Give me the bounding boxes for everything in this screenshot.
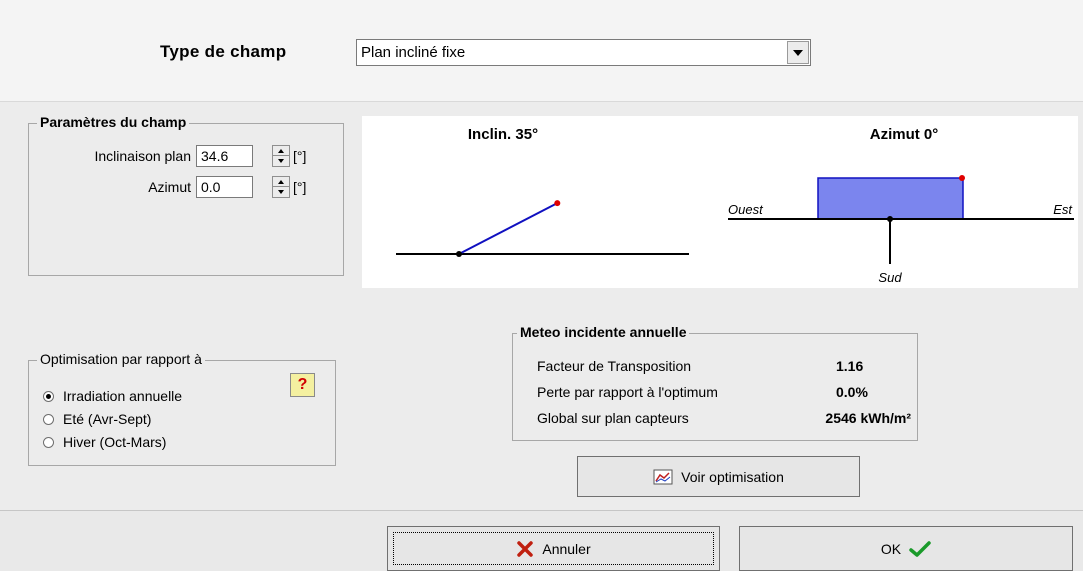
azimut-center-point bbox=[887, 216, 893, 222]
radio-button[interactable] bbox=[43, 413, 54, 425]
azimut-title: Azimut 0° bbox=[870, 126, 939, 143]
incline-title: Inclin. 35° bbox=[468, 126, 538, 143]
field-type-label: Type de champ bbox=[160, 42, 287, 61]
voir-optimisation-button[interactable]: Voir optimisation bbox=[577, 456, 860, 497]
arrow-up-icon bbox=[278, 179, 284, 184]
azimut-input[interactable]: 0.0 bbox=[196, 176, 253, 198]
label-east: Est bbox=[1053, 202, 1073, 217]
field-type-select[interactable]: Plan incliné fixe bbox=[356, 39, 811, 66]
cancel-button[interactable]: Annuler bbox=[387, 526, 720, 571]
transposition-value: 1.16 bbox=[836, 358, 864, 374]
params-group: Paramètres du champ Inclinaison plan 34.… bbox=[28, 114, 344, 276]
incline-plane-line bbox=[458, 202, 558, 255]
radio-selected-dot bbox=[46, 393, 51, 399]
orientation-diagram: Inclin. 35° Azimut 0° Ouest Est Sud bbox=[362, 116, 1078, 288]
help-button[interactable]: ? bbox=[290, 373, 315, 397]
radio-ete[interactable]: Eté (Avr-Sept) bbox=[43, 411, 151, 427]
azimut-label: Azimut bbox=[148, 179, 191, 195]
voir-optimisation-label: Voir optimisation bbox=[681, 468, 784, 485]
azimut-corner-marker bbox=[959, 175, 965, 181]
radio-label: Eté (Avr-Sept) bbox=[63, 411, 152, 427]
chart-icon bbox=[653, 469, 673, 484]
global-label: Global sur plan capteurs bbox=[537, 410, 689, 426]
field-type-value: Plan incliné fixe bbox=[361, 44, 466, 61]
perte-label: Perte par rapport à l'optimum bbox=[537, 384, 718, 400]
spin-down-button[interactable] bbox=[273, 187, 289, 197]
spin-up-button[interactable] bbox=[273, 177, 289, 187]
params-group-title: Paramètres du champ bbox=[37, 114, 190, 130]
arrow-down-icon bbox=[278, 190, 284, 194]
optimisation-group-title: Optimisation par rapport à bbox=[37, 351, 205, 367]
inclinaison-label: Inclinaison plan bbox=[94, 148, 191, 164]
radio-irradiation-annuelle[interactable]: Irradiation annuelle bbox=[43, 388, 182, 404]
label-south: Sud bbox=[878, 270, 902, 285]
ok-label: OK bbox=[880, 540, 902, 557]
arrow-up-icon bbox=[278, 148, 284, 153]
arrow-down-icon bbox=[278, 159, 284, 163]
inclinaison-spinner[interactable] bbox=[272, 145, 290, 167]
focus-ring bbox=[393, 532, 714, 565]
azimut-unit: [°] bbox=[293, 179, 307, 195]
radio-button[interactable] bbox=[43, 390, 54, 402]
label-west: Ouest bbox=[728, 202, 764, 217]
radio-label: Hiver (Oct-Mars) bbox=[63, 434, 167, 450]
transposition-label: Facteur de Transposition bbox=[537, 358, 692, 374]
radio-hiver[interactable]: Hiver (Oct-Mars) bbox=[43, 434, 166, 450]
inclinaison-input[interactable]: 34.6 bbox=[196, 145, 253, 167]
global-value: 2546 kWh/m² bbox=[825, 410, 911, 426]
pivot-point bbox=[456, 251, 462, 257]
meteo-group-title: Meteo incidente annuelle bbox=[517, 324, 690, 340]
orientation-diagram-svg: Inclin. 35° Azimut 0° Ouest Est Sud bbox=[396, 126, 1074, 285]
spin-down-button[interactable] bbox=[273, 156, 289, 166]
spin-up-button[interactable] bbox=[273, 146, 289, 156]
dropdown-arrow-button[interactable] bbox=[787, 41, 809, 64]
radio-label: Irradiation annuelle bbox=[63, 388, 183, 404]
radio-button[interactable] bbox=[43, 436, 54, 448]
inclinaison-unit: [°] bbox=[293, 148, 307, 164]
azimut-plane-rect bbox=[817, 177, 964, 220]
meteo-group: Meteo incidente annuelle Facteur de Tran… bbox=[512, 324, 918, 441]
perte-value: 0.0% bbox=[836, 384, 868, 400]
ok-button[interactable]: OK bbox=[739, 526, 1073, 571]
azimut-spinner[interactable] bbox=[272, 176, 290, 198]
checkmark-icon bbox=[909, 540, 931, 557]
incline-top-marker bbox=[554, 200, 561, 207]
chevron-down-icon bbox=[793, 49, 803, 56]
